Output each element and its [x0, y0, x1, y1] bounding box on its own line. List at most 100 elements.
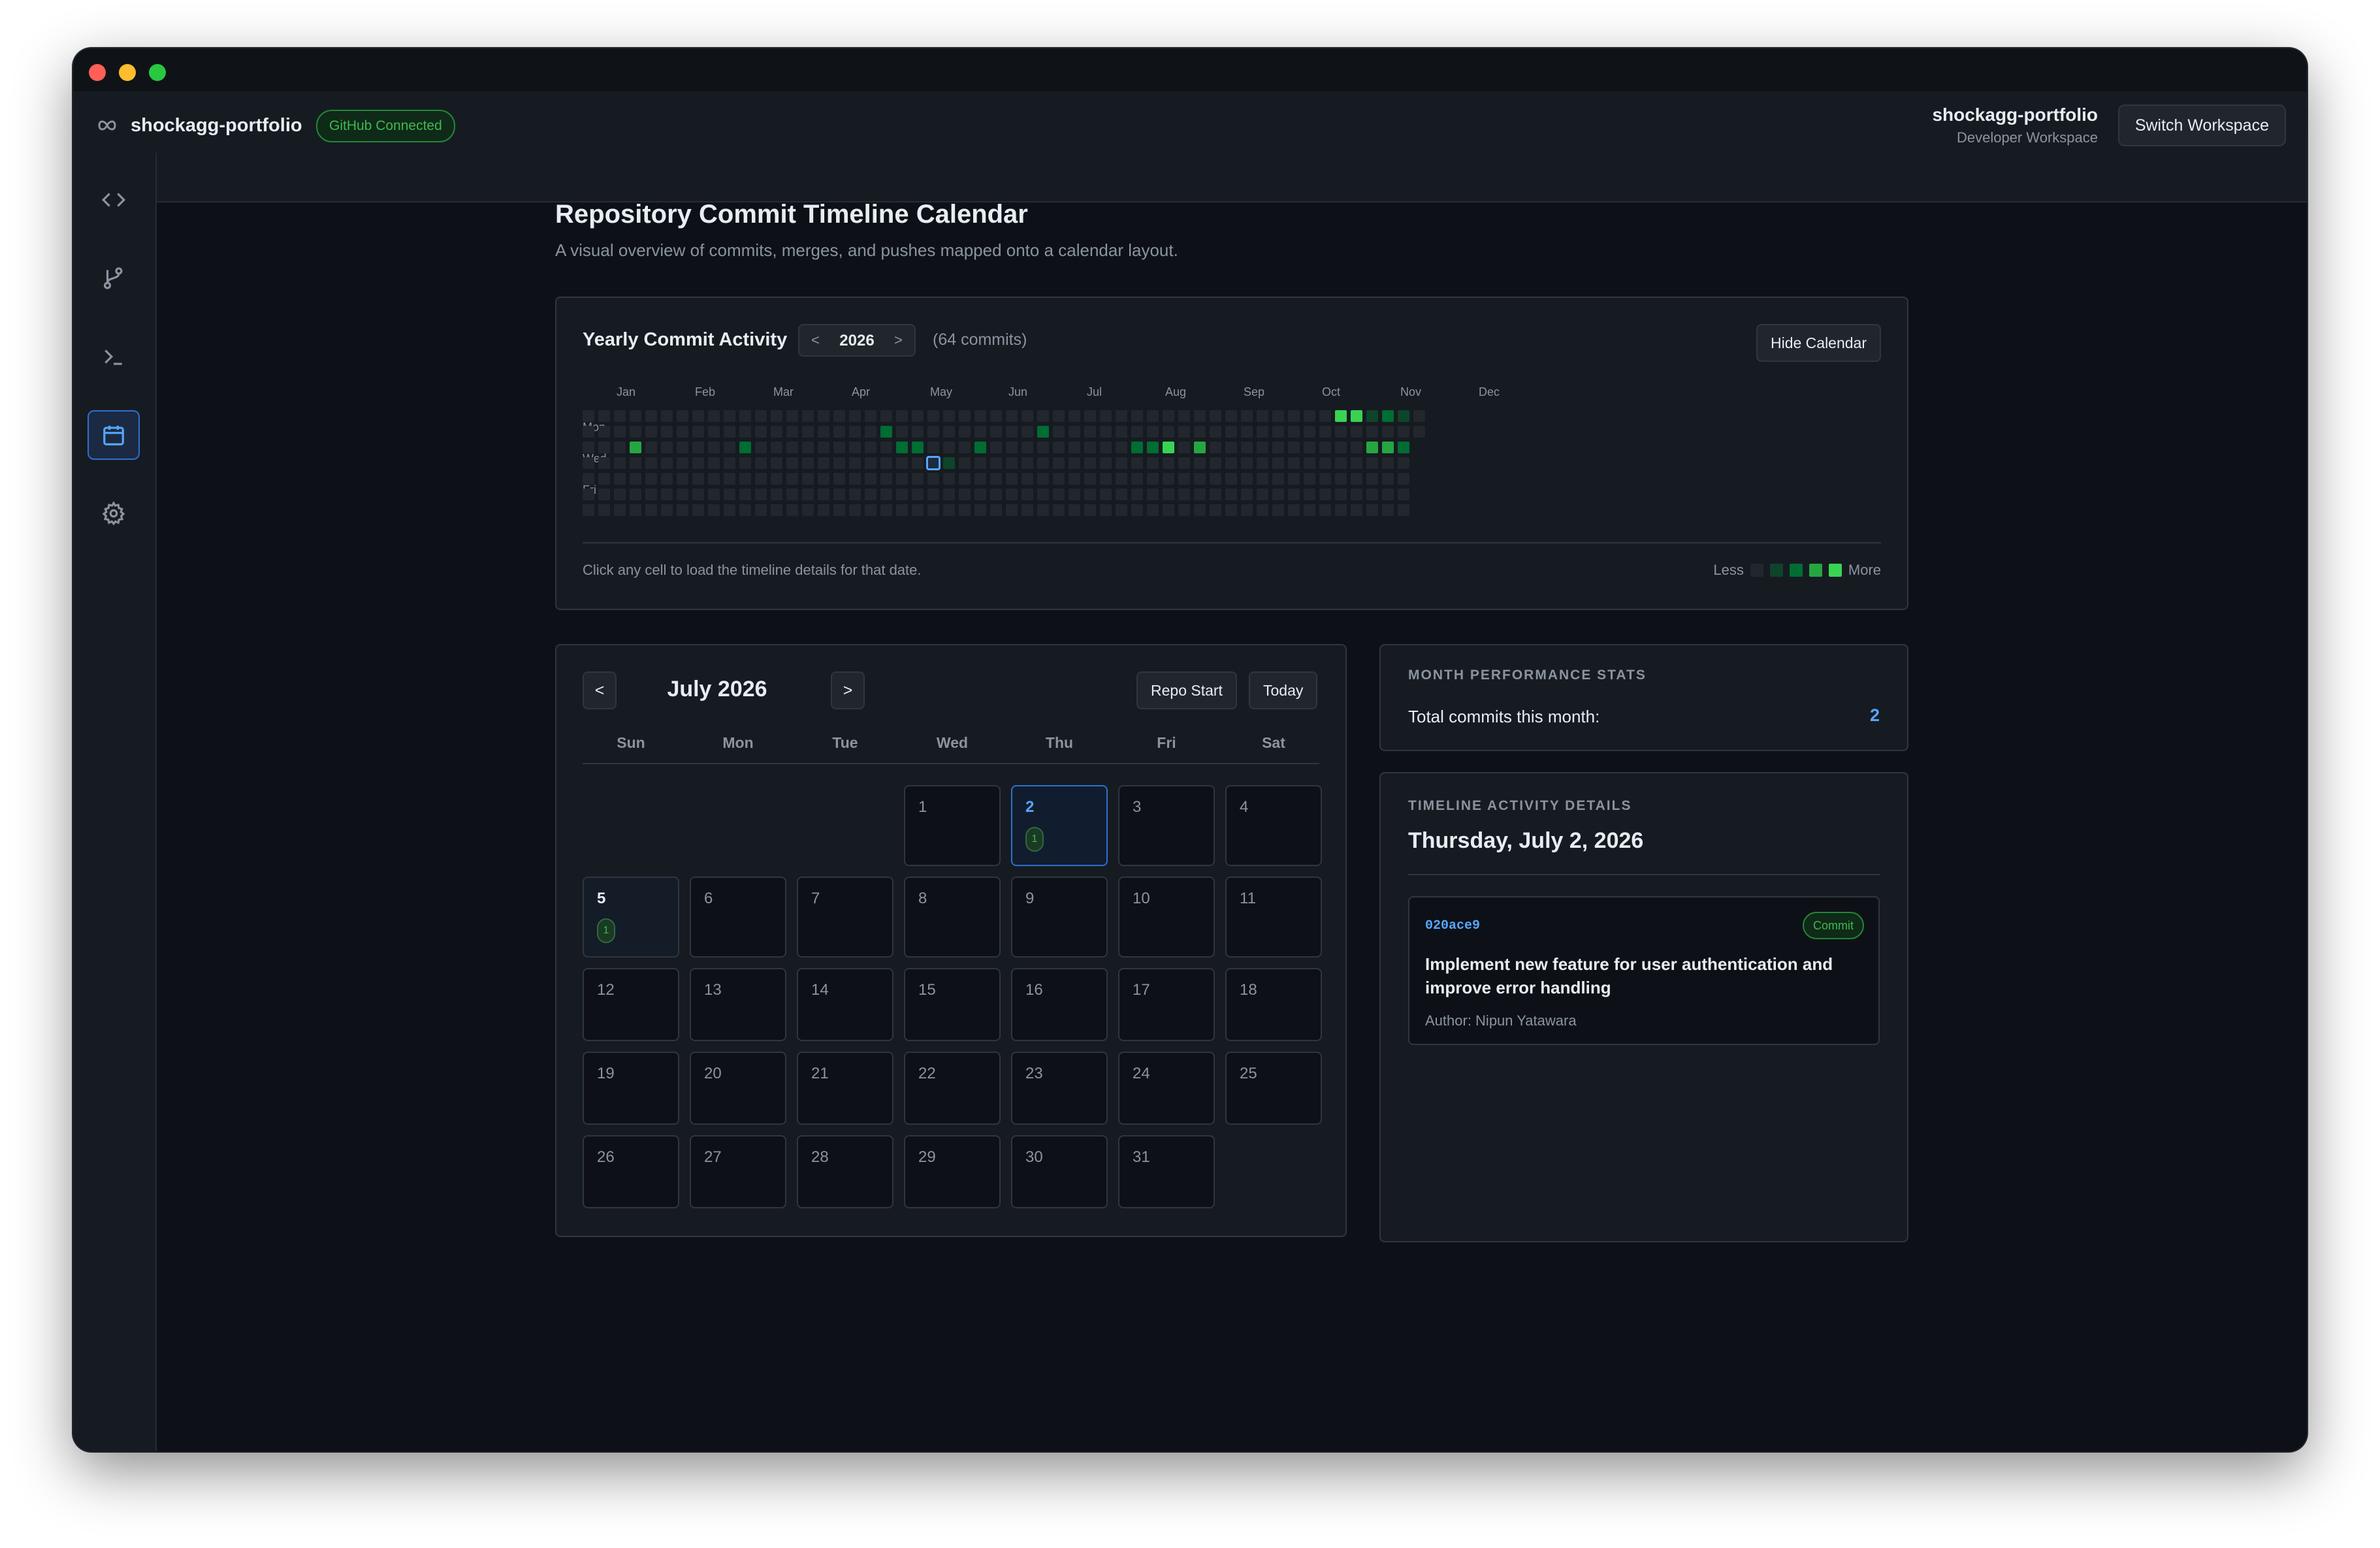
- heatmap-cell[interactable]: [974, 489, 986, 500]
- heatmap-cell[interactable]: [786, 442, 798, 453]
- heatmap-cell[interactable]: [1241, 504, 1253, 516]
- heatmap-cell[interactable]: [896, 426, 908, 438]
- heatmap-cell[interactable]: [1335, 442, 1347, 453]
- heatmap-cell[interactable]: [1163, 504, 1174, 516]
- heatmap-cell[interactable]: [1100, 426, 1112, 438]
- heatmap-cell[interactable]: [1210, 489, 1221, 500]
- heatmap-cell[interactable]: [990, 426, 1002, 438]
- heatmap-cell[interactable]: [630, 442, 641, 453]
- heatmap-cell[interactable]: [1147, 410, 1159, 422]
- heatmap-cell[interactable]: [1053, 442, 1065, 453]
- heatmap-cell[interactable]: [692, 410, 704, 422]
- next-month-button[interactable]: >: [831, 671, 865, 709]
- heatmap-cell[interactable]: [1147, 442, 1159, 453]
- heatmap-cell[interactable]: [1053, 489, 1065, 500]
- heatmap-cell[interactable]: [645, 426, 657, 438]
- heatmap-cell[interactable]: [896, 504, 908, 516]
- heatmap-cell[interactable]: [959, 504, 971, 516]
- heatmap-cell[interactable]: [1194, 489, 1206, 500]
- heatmap-cell[interactable]: [645, 489, 657, 500]
- calendar-day[interactable]: 51: [583, 877, 679, 958]
- heatmap-cell[interactable]: [927, 442, 939, 453]
- heatmap-cell[interactable]: [1116, 426, 1127, 438]
- heatmap-cell[interactable]: [974, 457, 986, 469]
- heatmap-cell[interactable]: [959, 489, 971, 500]
- heatmap-cell[interactable]: [943, 457, 955, 469]
- heatmap-cell[interactable]: [927, 504, 939, 516]
- heatmap-cell[interactable]: [786, 489, 798, 500]
- heatmap-cell[interactable]: [1366, 457, 1378, 469]
- heatmap-cell[interactable]: [614, 457, 626, 469]
- heatmap-cell[interactable]: [1210, 442, 1221, 453]
- heatmap-cell[interactable]: [802, 442, 814, 453]
- calendar-day[interactable]: 7: [797, 877, 893, 958]
- heatmap-cell[interactable]: [1131, 426, 1143, 438]
- heatmap-cell[interactable]: [849, 473, 861, 485]
- heatmap-cell[interactable]: [943, 473, 955, 485]
- heatmap-cell[interactable]: [974, 442, 986, 453]
- heatmap-cell[interactable]: [1069, 457, 1080, 469]
- heatmap-cell[interactable]: [1382, 504, 1394, 516]
- heatmap-cell[interactable]: [1257, 410, 1268, 422]
- heatmap-cell[interactable]: [1382, 442, 1394, 453]
- heatmap-cell[interactable]: [880, 473, 892, 485]
- heatmap-cell[interactable]: [786, 473, 798, 485]
- heatmap-cell[interactable]: [755, 457, 767, 469]
- heatmap-cell[interactable]: [1194, 442, 1206, 453]
- heatmap-cell[interactable]: [912, 457, 924, 469]
- heatmap-cell[interactable]: [1053, 457, 1065, 469]
- heatmap-cell[interactable]: [614, 504, 626, 516]
- calendar-day[interactable]: 21: [797, 1052, 893, 1125]
- heatmap-cell[interactable]: [677, 504, 688, 516]
- heatmap-cell[interactable]: [912, 426, 924, 438]
- calendar-day[interactable]: 8: [904, 877, 1001, 958]
- heatmap-cell[interactable]: [598, 442, 610, 453]
- heatmap-cell[interactable]: [1351, 442, 1362, 453]
- heatmap-cell[interactable]: [583, 457, 594, 469]
- heatmap-cell[interactable]: [708, 489, 720, 500]
- heatmap-cell[interactable]: [1366, 442, 1378, 453]
- heatmap-cell[interactable]: [1147, 489, 1159, 500]
- heatmap-cell[interactable]: [1319, 426, 1331, 438]
- nav-terminal[interactable]: [88, 332, 140, 381]
- calendar-day[interactable]: 26: [583, 1135, 679, 1208]
- calendar-day[interactable]: 22: [904, 1052, 1001, 1125]
- calendar-day[interactable]: 10: [1118, 877, 1215, 958]
- heatmap-cell[interactable]: [692, 504, 704, 516]
- heatmap-cell[interactable]: [724, 442, 735, 453]
- heatmap-cell[interactable]: [724, 504, 735, 516]
- calendar-day[interactable]: 16: [1011, 968, 1108, 1041]
- heatmap-cell[interactable]: [833, 410, 845, 422]
- heatmap-cell[interactable]: [865, 410, 876, 422]
- calendar-day[interactable]: 13: [690, 968, 786, 1041]
- heatmap-cell[interactable]: [880, 442, 892, 453]
- heatmap-cell[interactable]: [708, 504, 720, 516]
- calendar-day[interactable]: 19: [583, 1052, 679, 1125]
- calendar-day[interactable]: 31: [1118, 1135, 1215, 1208]
- calendar-day[interactable]: 23: [1011, 1052, 1108, 1125]
- heatmap-cell[interactable]: [849, 489, 861, 500]
- heatmap-cell[interactable]: [1319, 410, 1331, 422]
- calendar-day[interactable]: 21: [1011, 785, 1108, 866]
- heatmap-cell[interactable]: [1288, 504, 1300, 516]
- heatmap-cell[interactable]: [1272, 457, 1284, 469]
- calendar-day[interactable]: 4: [1225, 785, 1322, 866]
- calendar-day[interactable]: 28: [797, 1135, 893, 1208]
- heatmap-cell[interactable]: [708, 442, 720, 453]
- calendar-day[interactable]: 18: [1225, 968, 1322, 1041]
- heatmap-cell[interactable]: [1241, 473, 1253, 485]
- heatmap-cell[interactable]: [645, 442, 657, 453]
- heatmap-cell[interactable]: [990, 410, 1002, 422]
- prev-month-button[interactable]: <: [583, 671, 617, 709]
- heatmap-cell[interactable]: [739, 410, 751, 422]
- heatmap-cell[interactable]: [1147, 504, 1159, 516]
- heatmap-cell[interactable]: [818, 504, 829, 516]
- calendar-day[interactable]: 17: [1118, 968, 1215, 1041]
- heatmap-cell[interactable]: [833, 426, 845, 438]
- heatmap-cell[interactable]: [927, 473, 939, 485]
- heatmap-cell[interactable]: [677, 410, 688, 422]
- heatmap-cell[interactable]: [943, 442, 955, 453]
- heatmap-cell[interactable]: [1225, 442, 1237, 453]
- heatmap-cell[interactable]: [1037, 473, 1049, 485]
- heatmap-cell[interactable]: [1225, 410, 1237, 422]
